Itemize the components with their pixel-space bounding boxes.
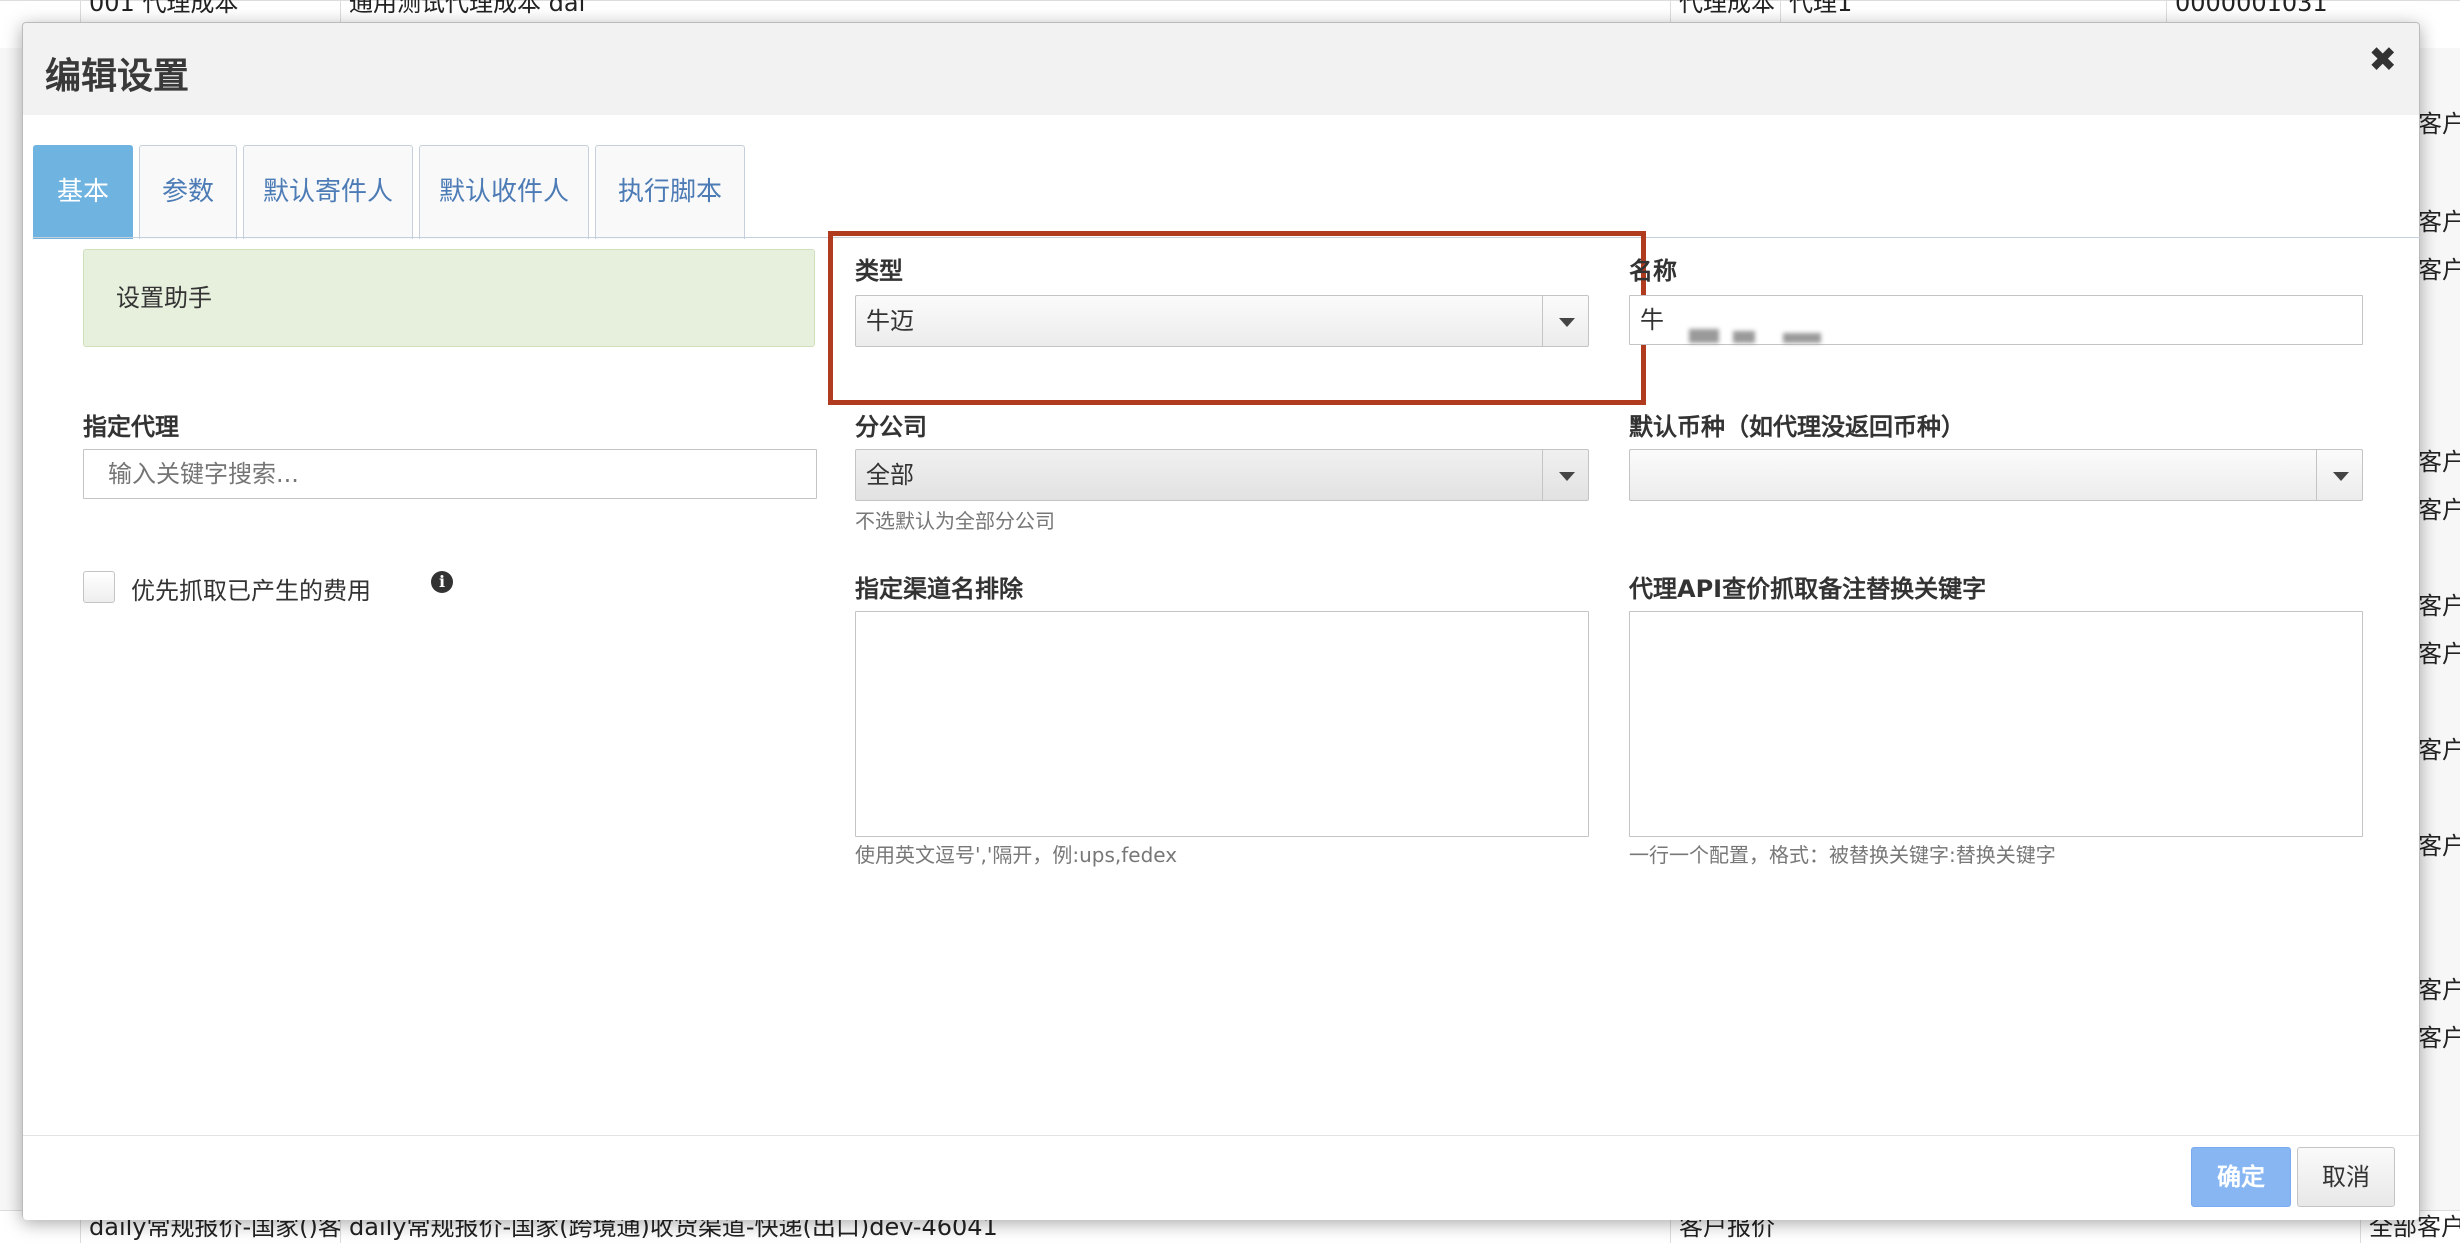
tab-default-recipient[interactable]: 默认收件人 — [419, 145, 589, 239]
branch-select-value: 全部 — [866, 461, 914, 489]
table-cell: 客户 — [2418, 832, 2460, 860]
currency-label: 默认币种（如代理没返回币种） — [1629, 413, 1965, 441]
tab-default-sender[interactable]: 默认寄件人 — [243, 145, 413, 239]
prefer-fee-label: 优先抓取已产生的费用 — [131, 577, 371, 605]
chevron-down-icon — [1542, 450, 1588, 500]
modal-header: 编辑设置 ✖ — [23, 23, 2419, 115]
tab-exec-script[interactable]: 执行脚本 — [595, 145, 745, 239]
currency-select[interactable] — [1629, 449, 2363, 501]
modal-footer — [23, 1136, 2419, 1220]
tab-params[interactable]: 参数 — [139, 145, 237, 239]
prefer-fee-checkbox[interactable] — [83, 571, 115, 603]
edit-settings-modal: 编辑设置 ✖ 基本 参数 默认寄件人 默认收件人 执行脚本 设置助手 类型 牛迈… — [22, 22, 2421, 1220]
name-label: 名称 — [1629, 257, 1677, 285]
table-cell: 客户 — [2418, 448, 2460, 476]
api-keyword-textarea[interactable] — [1629, 611, 2363, 837]
agent-search-input[interactable] — [83, 449, 817, 499]
confirm-button[interactable]: 确定 — [2191, 1147, 2291, 1207]
close-icon[interactable]: ✖ — [2369, 43, 2398, 77]
chevron-down-icon — [2316, 450, 2362, 500]
tab-basic[interactable]: 基本 — [33, 145, 133, 239]
api-keyword-help-text: 一行一个配置，格式：被替换关键字:替换关键字 — [1629, 843, 2056, 867]
table-cell: 客户 — [2418, 208, 2460, 236]
table-cell: 客户 — [2418, 736, 2460, 764]
type-select[interactable]: 牛迈 — [855, 295, 1589, 347]
chevron-down-icon — [1542, 296, 1588, 346]
table-cell: 客户 — [2418, 110, 2460, 138]
exclude-channel-help-text: 使用英文逗号','隔开，例:ups,fedex — [855, 843, 1178, 867]
exclude-channel-textarea[interactable] — [855, 611, 1589, 837]
modal-title: 编辑设置 — [45, 56, 190, 97]
table-cell: 客户 — [2418, 592, 2460, 620]
settings-helper[interactable]: 设置助手 — [83, 249, 815, 347]
exclude-channel-label: 指定渠道名排除 — [855, 575, 1023, 603]
table-cell: 客户 — [2418, 1024, 2460, 1052]
table-cell: 客户 — [2418, 976, 2460, 1004]
table-cell: 客户 — [2418, 496, 2460, 524]
api-keyword-label: 代理API查价抓取备注替换关键字 — [1629, 575, 1987, 603]
agent-label: 指定代理 — [83, 413, 179, 441]
name-input-value: 牛 — [1640, 306, 1664, 334]
info-icon[interactable]: i — [431, 571, 453, 593]
branch-help-text: 不选默认为全部分公司 — [855, 509, 1055, 533]
table-cell: 客户 — [2418, 640, 2460, 668]
type-select-value: 牛迈 — [866, 307, 914, 335]
type-label: 类型 — [855, 257, 903, 285]
tab-divider — [33, 237, 2421, 238]
branch-label: 分公司 — [855, 413, 927, 441]
cancel-button[interactable]: 取消 — [2297, 1147, 2395, 1207]
branch-select[interactable]: 全部 — [855, 449, 1589, 501]
table-cell: 客户 — [2418, 256, 2460, 284]
